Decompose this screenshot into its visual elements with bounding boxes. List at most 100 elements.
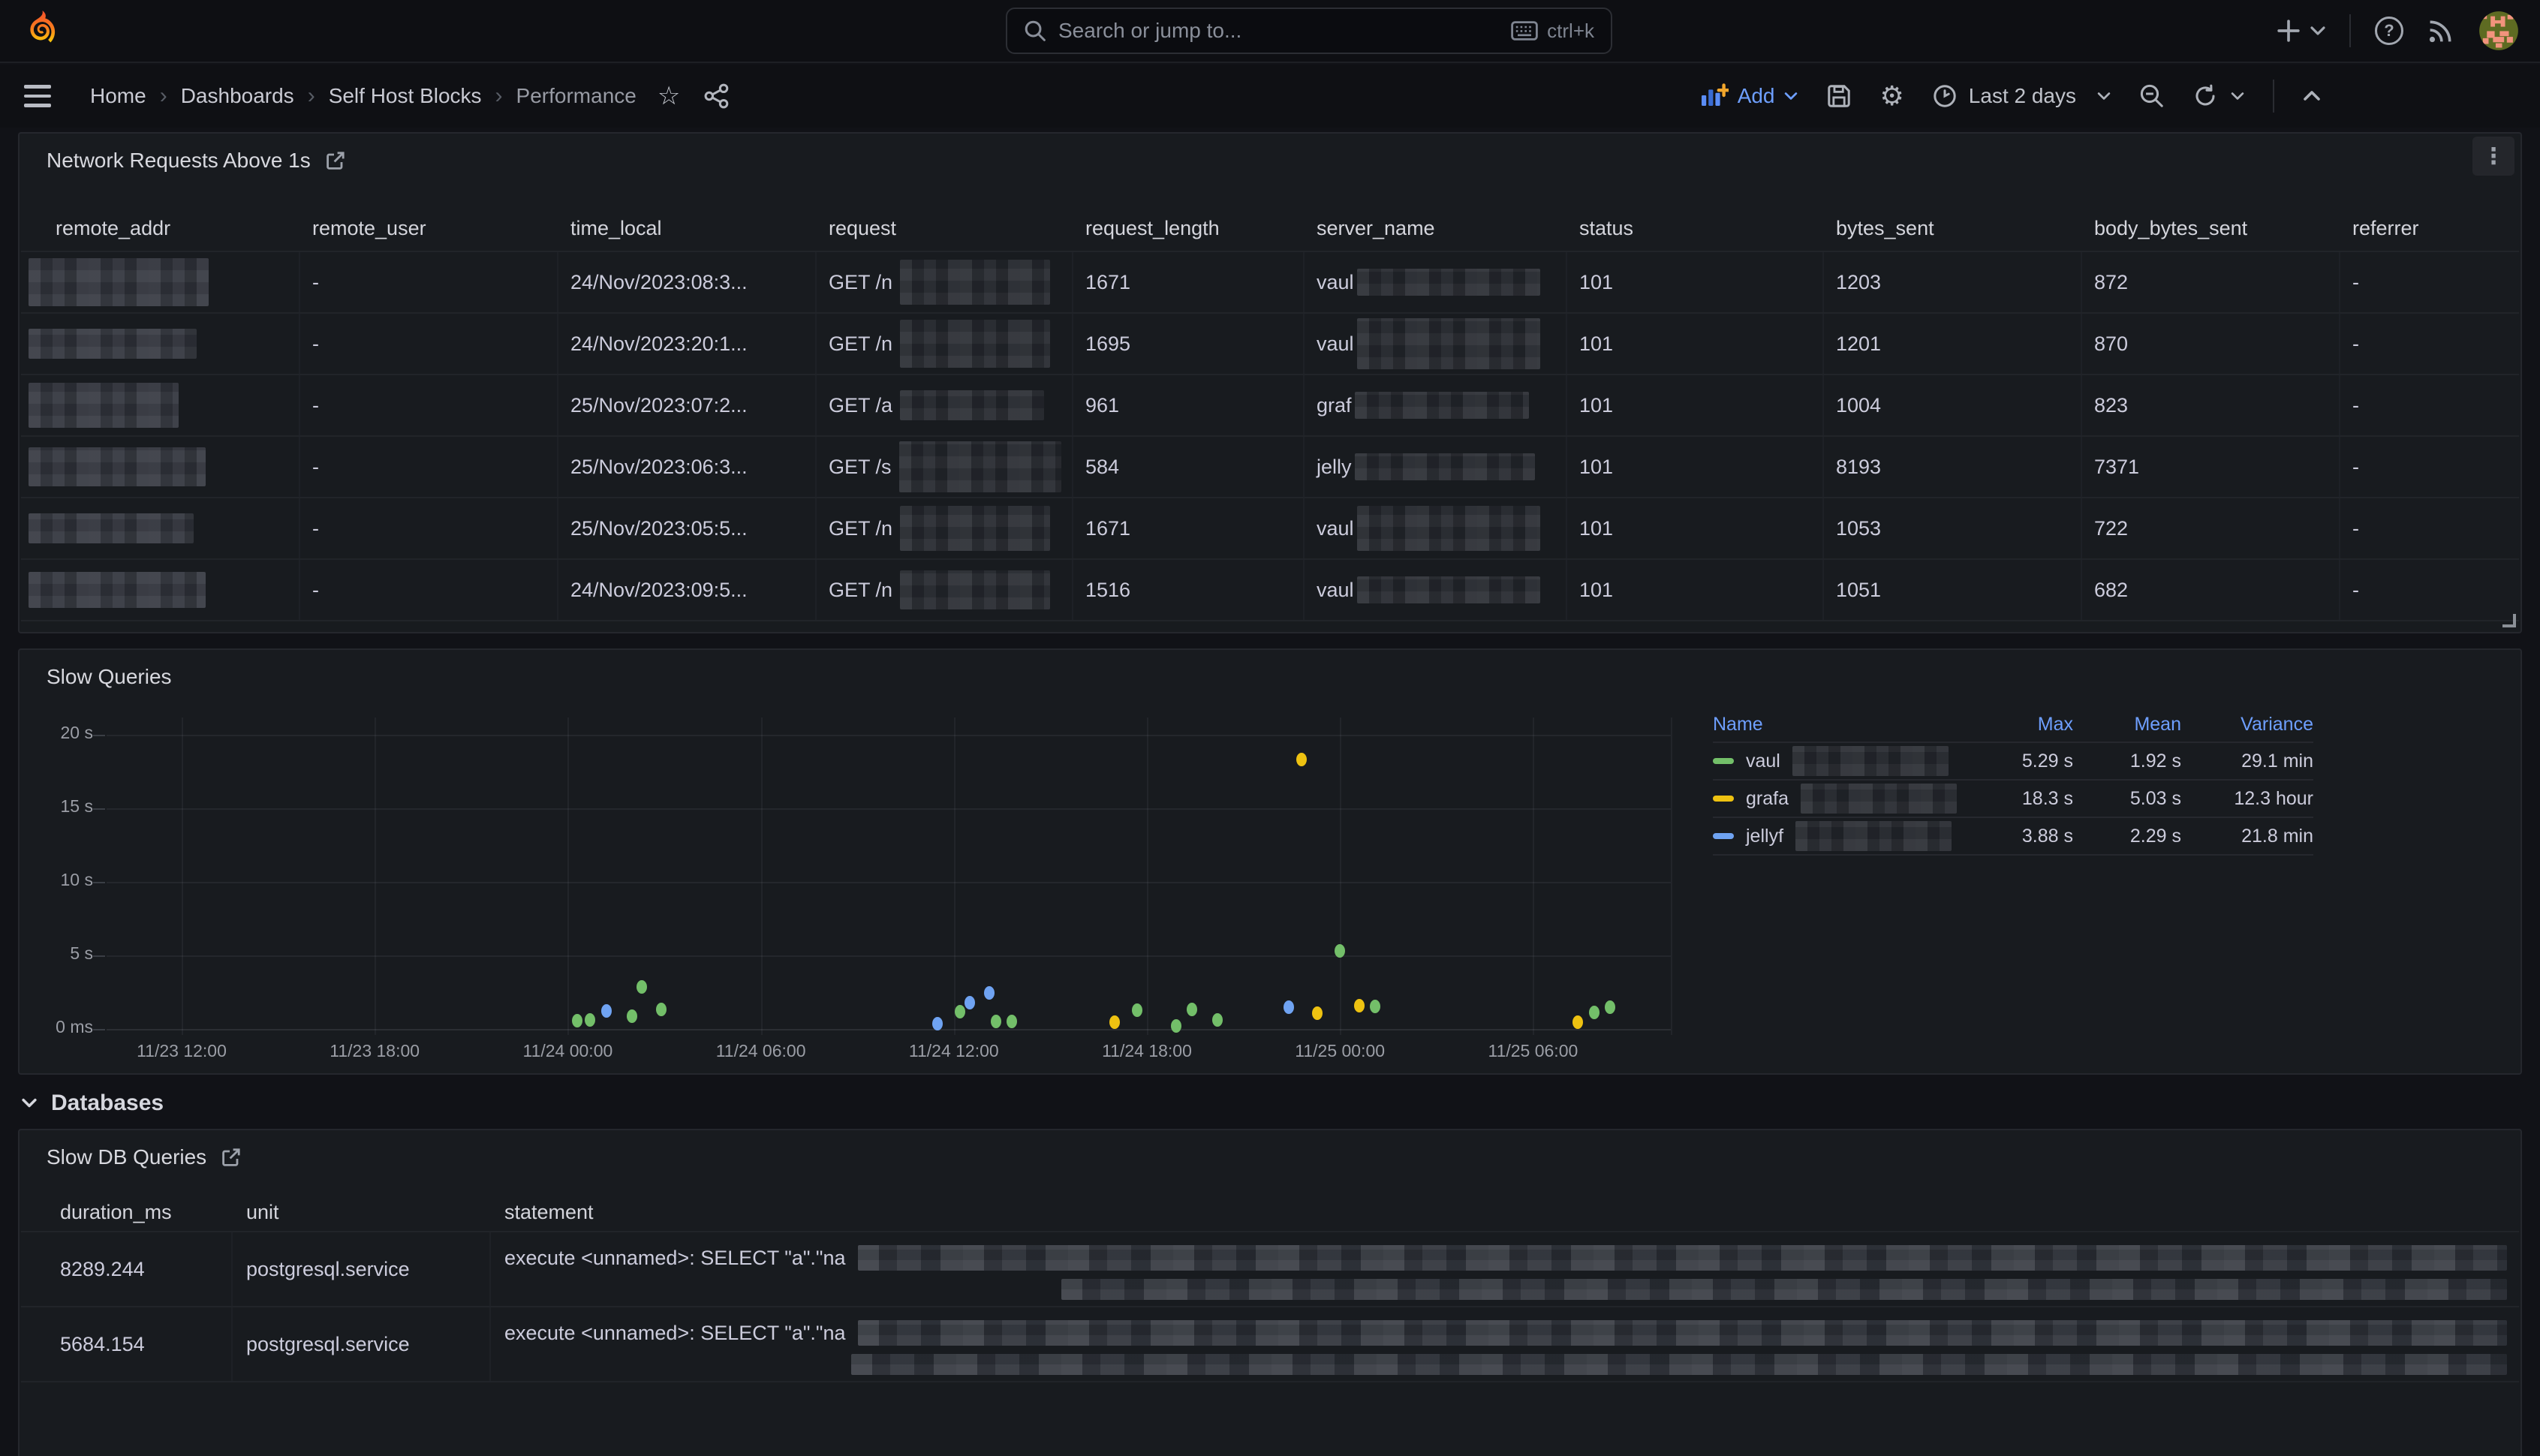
column-header[interactable]: unit [233, 1201, 491, 1224]
scatter-point[interactable] [572, 1014, 582, 1027]
scatter-point[interactable] [1284, 1000, 1294, 1014]
collapse-toolbar-button[interactable] [2303, 90, 2321, 102]
scatter-point[interactable] [585, 1013, 595, 1027]
cell-remote-addr [21, 437, 300, 497]
menu-toggle-button[interactable] [24, 85, 51, 107]
column-header[interactable]: remote_addr [21, 217, 300, 240]
avatar[interactable] [2478, 11, 2519, 51]
panel-title[interactable]: Network Requests Above 1s [47, 149, 311, 173]
column-header[interactable]: body_bytes_sent [2082, 217, 2340, 240]
legend-series-name[interactable]: vaul [1713, 746, 1968, 776]
table-row[interactable]: 5684.154postgresql.serviceexecute <unnam… [21, 1307, 2519, 1382]
scatter-point[interactable] [1132, 1003, 1142, 1017]
table-row[interactable]: -24/Nov/2023:20:1...GET /n1695vaul101120… [21, 312, 2519, 374]
legend-header-mean[interactable]: Mean [2073, 714, 2181, 736]
legend-mean-value: 5.03 s [2073, 788, 2181, 810]
column-header[interactable]: request [817, 217, 1073, 240]
scatter-point[interactable] [1589, 1006, 1600, 1019]
breadcrumb-item[interactable]: Self Host Blocks [329, 84, 482, 108]
column-header[interactable]: bytes_sent [1824, 217, 2082, 240]
server-prefix: vaul [1317, 579, 1354, 602]
scatter-point[interactable] [991, 1015, 1001, 1028]
column-header[interactable]: referrer [2340, 217, 2519, 240]
redacted-blur [1355, 392, 1529, 419]
scatter-point[interactable] [1187, 1003, 1197, 1016]
legend-series-name[interactable]: grafa [1713, 784, 1968, 814]
panel-menu-button[interactable]: ⋮ [2472, 137, 2514, 176]
table-row[interactable]: -25/Nov/2023:05:5...GET /n1671vaul101105… [21, 497, 2519, 558]
gridline-horizontal [107, 735, 1671, 736]
save-dashboard-button[interactable] [1826, 83, 1852, 109]
scatter-point[interactable] [1109, 1015, 1120, 1029]
help-button[interactable]: ? [2375, 17, 2403, 45]
cell-request: GET /n [817, 314, 1073, 374]
scatter-point[interactable] [656, 1003, 667, 1016]
panel-title[interactable]: Slow DB Queries [47, 1145, 206, 1169]
grafana-logo-icon[interactable] [21, 10, 60, 52]
scatter-point[interactable] [1312, 1006, 1323, 1020]
legend-row[interactable]: grafa18.3 s5.03 s12.3 hour [1713, 781, 2313, 818]
scatter-point[interactable] [1354, 999, 1365, 1012]
legend-series-name[interactable]: jellyf [1713, 821, 1968, 851]
redacted-blur [900, 390, 1044, 420]
breadcrumb-item[interactable]: Dashboards [181, 84, 294, 108]
cell-duration-ms: 5684.154 [21, 1307, 233, 1381]
legend-row[interactable]: jellyf3.88 s2.29 s21.8 min [1713, 818, 2313, 856]
dashboard-settings-button[interactable]: ⚙ [1880, 83, 1904, 110]
cell-request-length: 584 [1073, 437, 1305, 497]
table-row[interactable]: -24/Nov/2023:08:3...GET /n1671vaul101120… [21, 251, 2519, 312]
column-header[interactable]: time_local [558, 217, 817, 240]
table-row[interactable]: -24/Nov/2023:09:5...GET /n1516vaul101105… [21, 558, 2519, 620]
legend-header-variance[interactable]: Variance [2181, 714, 2313, 736]
scatter-point[interactable] [601, 1004, 612, 1018]
share-button[interactable] [704, 83, 730, 109]
scatter-point[interactable] [637, 980, 647, 994]
chevron-down-icon [2310, 26, 2325, 36]
scatter-point[interactable] [965, 996, 975, 1009]
scatter-point[interactable] [955, 1005, 965, 1018]
add-panel-button[interactable]: Add [1700, 83, 1798, 109]
scatter-point[interactable] [932, 1017, 943, 1030]
breadcrumb: Home›Dashboards›Self Host Blocks›Perform… [90, 83, 637, 109]
cell-body-bytes-sent: 870 [2082, 314, 2340, 374]
legend-header-max[interactable]: Max [1968, 714, 2073, 736]
column-header[interactable]: remote_user [300, 217, 558, 240]
table-row[interactable]: 8289.244postgresql.serviceexecute <unnam… [21, 1232, 2519, 1307]
legend-row[interactable]: vaul5.29 s1.92 s29.1 min [1713, 743, 2313, 781]
server-prefix: vaul [1317, 271, 1354, 294]
cell-status: 101 [1567, 252, 1824, 312]
new-button[interactable] [2277, 20, 2325, 42]
column-header[interactable]: duration_ms [21, 1201, 233, 1224]
news-rss-button[interactable] [2427, 17, 2454, 44]
scatter-point[interactable] [1370, 1000, 1380, 1013]
redacted-blur [900, 506, 1050, 551]
external-link-icon[interactable] [221, 1148, 241, 1167]
scatter-point[interactable] [1572, 1015, 1583, 1029]
favorite-star-button[interactable]: ☆ [658, 83, 680, 109]
scatter-point[interactable] [1007, 1015, 1017, 1028]
table-row[interactable]: -25/Nov/2023:07:2...GET /a961graf1011004… [21, 374, 2519, 435]
breadcrumb-item[interactable]: Home [90, 84, 146, 108]
legend-header-name[interactable]: Name [1713, 714, 1968, 736]
time-range-picker[interactable]: Last 2 days [1933, 84, 2111, 108]
zoom-out-time-button[interactable] [2139, 83, 2165, 109]
breadcrumb-item[interactable]: Performance [516, 84, 637, 108]
column-header[interactable]: statement [491, 1201, 2519, 1224]
scatter-point[interactable] [1212, 1013, 1223, 1027]
scatter-point[interactable] [1605, 1000, 1615, 1014]
table-row[interactable]: -25/Nov/2023:06:3...GET /s584jelly101819… [21, 435, 2519, 497]
search-input[interactable]: Search or jump to... ctrl+k [1006, 8, 1612, 54]
section-databases[interactable]: Databases [21, 1082, 164, 1124]
panel-resize-handle[interactable] [2502, 614, 2516, 627]
legend-name-prefix: grafa [1746, 788, 1789, 810]
external-link-icon[interactable] [326, 151, 345, 170]
refresh-button[interactable] [2193, 84, 2217, 108]
scatter-point[interactable] [984, 986, 995, 1000]
scatter-point[interactable] [627, 1009, 637, 1023]
refresh-interval-chevron-icon[interactable] [2231, 92, 2244, 101]
column-header[interactable]: request_length [1073, 217, 1305, 240]
column-header[interactable]: server_name [1305, 217, 1567, 240]
scatter-point[interactable] [1171, 1019, 1181, 1033]
scatter-point[interactable] [1296, 753, 1307, 766]
column-header[interactable]: status [1567, 217, 1824, 240]
